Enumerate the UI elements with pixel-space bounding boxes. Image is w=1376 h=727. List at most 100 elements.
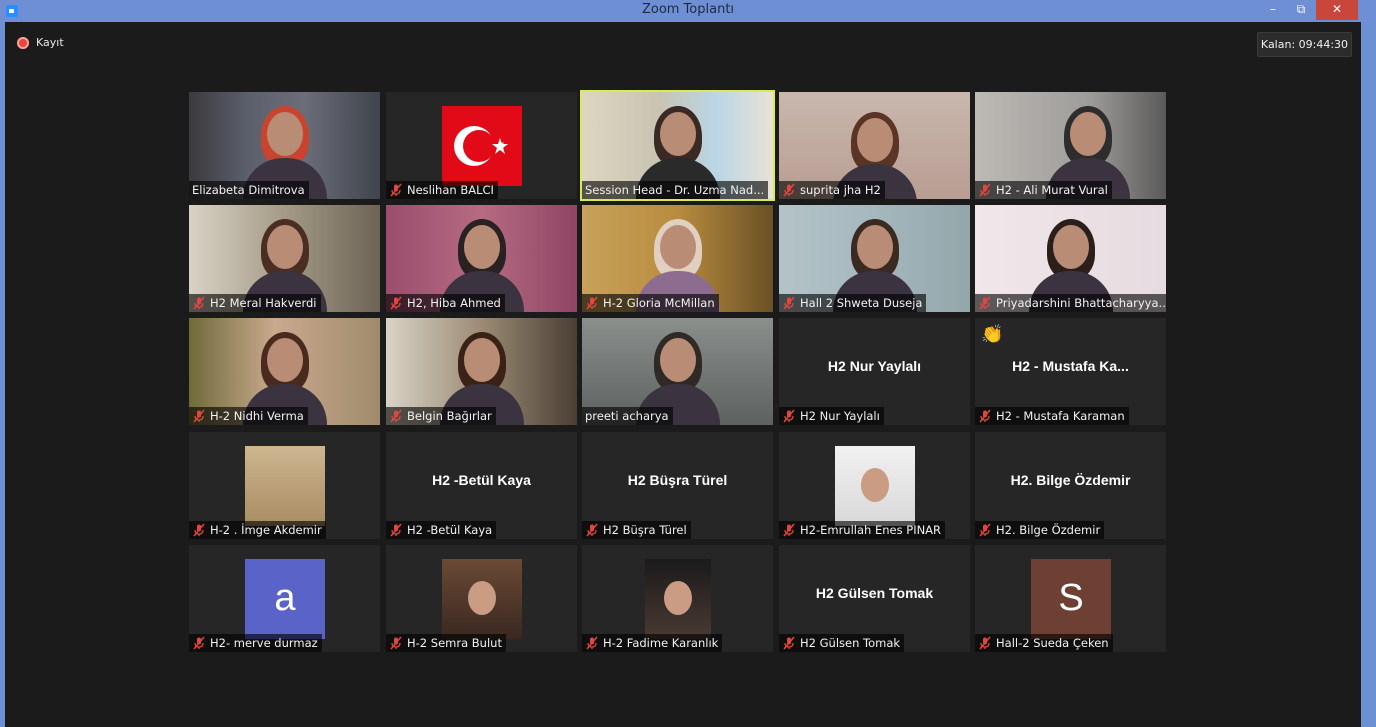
microphone-muted-icon xyxy=(192,523,206,537)
participant-tile[interactable]: H2-Emrullah Enes PINAR xyxy=(779,432,970,539)
participant-tile[interactable]: H2. Bilge Özdemir H2. Bilge Özdemir xyxy=(975,432,1166,539)
participant-tile[interactable]: H2 Gülsen Tomak H2 Gülsen Tomak xyxy=(779,545,970,652)
microphone-muted-icon xyxy=(978,296,992,310)
participant-name-label: Elizabeta Dimitrova xyxy=(189,181,309,199)
recording-dot-icon xyxy=(17,36,29,49)
participant-name-label: preeti acharya xyxy=(582,407,673,425)
participant-name-label: Hall 2 Shweta Duseja xyxy=(779,294,927,312)
microphone-muted-icon xyxy=(782,183,796,197)
zoom-window: Zoom Toplantı – ⧉ ✕ Kayıt Kalan: 09:44:3… xyxy=(0,0,1376,727)
participant-tile[interactable]: Hall 2 Shweta Duseja xyxy=(779,205,970,312)
participant-name-label: H2 Gülsen Tomak xyxy=(779,634,905,652)
recording-label: Kayıt xyxy=(36,36,64,49)
participant-name: H2. Bilge Özdemir xyxy=(996,523,1101,537)
microphone-muted-icon xyxy=(585,523,599,537)
participant-name-label: Hall-2 Sueda Çeken xyxy=(975,634,1113,652)
microphone-muted-icon xyxy=(978,409,992,423)
participant-name: H2 Nur Yaylalı xyxy=(800,409,880,423)
participant-name-label: H2 Nur Yaylalı xyxy=(779,407,884,425)
participant-tile[interactable]: H2 -Betül Kaya H2 -Betül Kaya xyxy=(386,432,577,539)
microphone-muted-icon xyxy=(782,296,796,310)
participant-name-label: H-2 Semra Bulut xyxy=(386,634,506,652)
profile-photo xyxy=(835,446,915,526)
microphone-muted-icon xyxy=(585,636,599,650)
microphone-muted-icon xyxy=(978,183,992,197)
close-button[interactable]: ✕ xyxy=(1316,0,1358,20)
participant-tile[interactable]: H2 Meral Hakverdi xyxy=(189,205,380,312)
participant-name: Elizabeta Dimitrova xyxy=(192,183,305,197)
participant-display-name: H2 Büşra Türel xyxy=(627,472,728,488)
participant-name: H2 Meral Hakverdi xyxy=(210,296,317,310)
microphone-muted-icon xyxy=(192,409,206,423)
participant-name: H2- merve durmaz xyxy=(210,636,318,650)
participant-tile[interactable]: H-2 Gloria McMillan xyxy=(582,205,773,312)
participant-name-label: H2 Meral Hakverdi xyxy=(189,294,321,312)
participant-tile[interactable]: H2 - Mustafa Ka... 👏 H2 - Mustafa Karaman xyxy=(975,318,1166,425)
participant-name-label: H2 - Mustafa Karaman xyxy=(975,407,1129,425)
participant-tile[interactable]: H-2 Semra Bulut xyxy=(386,545,577,652)
microphone-muted-icon xyxy=(585,296,599,310)
participant-tile[interactable]: Elizabeta Dimitrova xyxy=(189,92,380,199)
turkey-flag-image xyxy=(442,106,522,186)
microphone-muted-icon xyxy=(978,523,992,537)
participant-tile[interactable]: S Hall-2 Sueda Çeken xyxy=(975,545,1166,652)
window-title: Zoom Toplantı xyxy=(641,2,735,17)
participant-tile[interactable]: a H2- merve durmaz xyxy=(189,545,380,652)
participant-tile[interactable]: Belgin Bağırlar xyxy=(386,318,577,425)
participant-tile[interactable]: Neslihan BALCI xyxy=(386,92,577,199)
restore-button[interactable]: ⧉ xyxy=(1290,0,1312,20)
participant-display-name: H2 Gülsen Tomak xyxy=(815,585,934,601)
microphone-muted-icon xyxy=(782,523,796,537)
profile-photo xyxy=(645,559,711,639)
microphone-muted-icon xyxy=(389,636,403,650)
participant-tile[interactable]: H-2 Fadime Karanlık xyxy=(582,545,773,652)
participant-name-label: H2 - Ali Murat Vural xyxy=(975,181,1112,199)
participant-name: H-2 Gloria McMillan xyxy=(603,296,715,310)
participant-tile[interactable]: Priyadarshini Bhattacharyya... xyxy=(975,205,1166,312)
title-bar: Zoom Toplantı – ⧉ ✕ xyxy=(0,0,1376,22)
participant-name: H2-Emrullah Enes PINAR xyxy=(800,523,942,537)
participant-name-label: H2 -Betül Kaya xyxy=(386,521,497,539)
participant-name-label: H-2 . İmge Akdemir xyxy=(189,521,326,539)
participant-tile[interactable]: H-2 Nidhi Verma xyxy=(189,318,380,425)
participant-display-name: H2 Nur Yaylalı xyxy=(827,358,922,374)
participant-name-label: H2. Bilge Özdemir xyxy=(975,521,1105,539)
participant-name: H2 -Betül Kaya xyxy=(407,523,493,537)
participant-name: H2 Büşra Türel xyxy=(603,523,687,537)
avatar-initial: a xyxy=(245,559,325,639)
participant-name: H-2 Semra Bulut xyxy=(407,636,502,650)
time-remaining-badge: Kalan: 09:44:30 xyxy=(1257,32,1352,57)
participant-name: H-2 Fadime Karanlık xyxy=(603,636,719,650)
microphone-muted-icon xyxy=(389,523,403,537)
participant-name: H-2 . İmge Akdemir xyxy=(210,523,322,537)
participant-name: H2 - Mustafa Karaman xyxy=(996,409,1125,423)
microphone-muted-icon xyxy=(782,636,796,650)
participant-name-label: Belgin Bağırlar xyxy=(386,407,496,425)
clapping-hands-icon: 👏 xyxy=(981,324,1004,345)
participant-display-name: H2 -Betül Kaya xyxy=(432,472,531,488)
participant-tile[interactable]: preeti acharya xyxy=(582,318,773,425)
recording-indicator[interactable]: Kayıt xyxy=(17,36,64,49)
microphone-muted-icon xyxy=(389,296,403,310)
participant-name: H2 Gülsen Tomak xyxy=(800,636,901,650)
participant-name: Hall 2 Shweta Duseja xyxy=(800,296,923,310)
participant-name: Session Head - Dr. Uzma Nad... xyxy=(585,183,765,197)
participant-name-label: Priyadarshini Bhattacharyya... xyxy=(975,294,1166,312)
meeting-area: Kayıt Kalan: 09:44:30 Elizabeta Dimitrov… xyxy=(5,22,1361,727)
minimize-button[interactable]: – xyxy=(1262,0,1284,20)
participant-tile[interactable]: H2 Büşra Türel H2 Büşra Türel xyxy=(582,432,773,539)
avatar-initial: S xyxy=(1031,559,1111,639)
microphone-muted-icon xyxy=(978,636,992,650)
profile-photo xyxy=(442,559,522,639)
participant-name-label: H2 Büşra Türel xyxy=(582,521,691,539)
participant-tile[interactable]: H-2 . İmge Akdemir xyxy=(189,432,380,539)
participant-tile[interactable]: H2, Hiba Ahmed xyxy=(386,205,577,312)
participant-tile[interactable]: H2 - Ali Murat Vural xyxy=(975,92,1166,199)
participant-name: H2, Hiba Ahmed xyxy=(407,296,501,310)
microphone-muted-icon xyxy=(389,183,403,197)
participant-name-label: H2-Emrullah Enes PINAR xyxy=(779,521,946,539)
participant-name: Neslihan BALCI xyxy=(407,183,494,197)
participant-tile[interactable]: suprita jha H2 xyxy=(779,92,970,199)
participant-tile[interactable]: H2 Nur Yaylalı H2 Nur Yaylalı xyxy=(779,318,970,425)
participant-tile[interactable]: Session Head - Dr. Uzma Nad... xyxy=(580,90,775,201)
